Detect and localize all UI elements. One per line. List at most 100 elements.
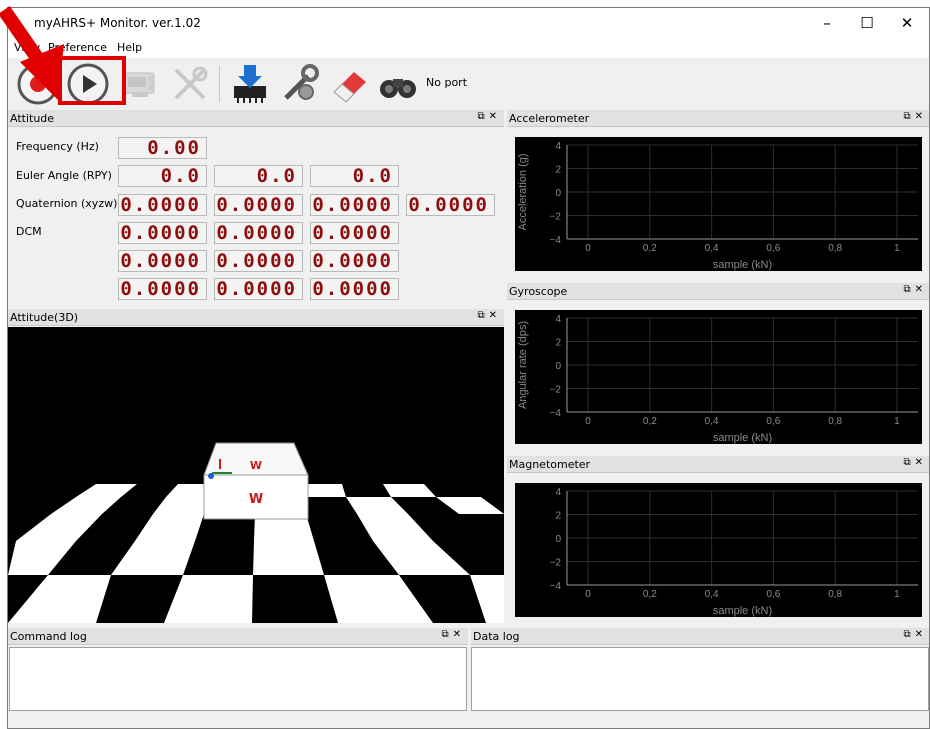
panel-float-close-icon[interactable]: ⧉✕ [903,457,927,468]
attitude-panel-title: Attitude [10,112,55,125]
dcm-cell: 0.0000 [214,250,303,272]
dcm-cell: 0.0000 [310,250,399,272]
y-tick-label: −4 [550,581,562,592]
quaternion-y-display: 0.0000 [214,194,303,216]
sensor-board-model: W W [203,442,309,520]
x-tick-label: 0,2 [643,416,657,427]
data-log-header: Data log ⧉✕ [471,628,929,645]
command-log-box[interactable] [9,647,467,711]
y-tick-label: −4 [550,235,562,246]
binoculars-search-icon[interactable] [376,62,420,106]
command-log-title: Command log [10,630,87,643]
attitude-3d-view[interactable]: W W [8,327,504,623]
x-tick-label: 0,6 [766,416,780,427]
firmware-download-icon[interactable] [228,62,272,106]
euler-pitch-display: 0.0 [214,165,303,187]
y-axis-label: Angular rate (dps) [517,321,529,409]
y-tick-label: −2 [550,558,562,569]
y-tick-label: 2 [555,165,561,176]
gyroscope-chart: 4 2 0 −2 −4 0 0,2 0,4 0,6 0,8 1 sample (kN) Angular … [515,310,922,444]
y-tick-label: 4 [555,141,561,152]
frequency-label: Frequency (Hz) [16,140,99,153]
panel-float-close-icon[interactable]: ⧉✕ [477,310,501,321]
x-tick-label: 0 [585,589,591,600]
y-tick-label: 0 [555,361,561,372]
annotation-arrow-icon [0,6,64,100]
accelerometer-panel-header: Accelerometer ⧉✕ [507,110,929,127]
magnetometer-panel-title: Magnetometer [509,458,591,471]
close-button[interactable]: ✕ [885,8,929,38]
euler-yaw-display: 0.0 [310,165,399,187]
x-tick-label: 1 [894,243,900,254]
settings-wrench-icon[interactable] [278,62,322,106]
data-log-box[interactable] [471,647,929,711]
panel-float-close-icon[interactable]: ⧉✕ [903,111,927,122]
maximize-button[interactable]: ☐ [845,8,889,38]
eraser-clear-icon[interactable] [328,62,372,106]
x-tick-label: 0,2 [643,589,657,600]
y-tick-label: −4 [550,408,562,419]
dcm-cell: 0.0000 [118,250,207,272]
panel-float-close-icon[interactable]: ⧉✕ [441,629,465,640]
y-tick-label: 2 [555,338,561,349]
toolbar-separator [219,66,220,102]
data-log-title: Data log [473,630,520,643]
x-tick-label: 0 [585,416,591,427]
x-tick-label: 1 [894,589,900,600]
dcm-cell: 0.0000 [310,222,399,244]
x-axis-label: sample (kN) [713,432,772,444]
x-tick-label: 0,8 [828,589,842,600]
panel-float-close-icon[interactable]: ⧉✕ [903,284,927,295]
menu-help[interactable]: Help [117,41,142,54]
y-tick-label: 2 [555,511,561,522]
y-tick-label: 0 [555,188,561,199]
x-tick-label: 0,4 [705,243,719,254]
y-tick-label: −2 [550,212,562,223]
x-tick-label: 0,8 [828,243,842,254]
svg-text:W: W [249,492,263,507]
x-axis-label: sample (kN) [713,259,772,271]
euler-label: Euler Angle (RPY) [16,169,112,182]
attitude3d-panel-title: Attitude(3D) [10,311,79,324]
quaternion-label: Quaternion (xyzw) [16,197,118,210]
y-tick-label: −2 [550,385,562,396]
x-tick-label: 0,4 [705,589,719,600]
panel-float-close-icon[interactable]: ⧉✕ [477,111,501,122]
title-bar: myAHRS+ Monitor. ver.1.02 – ☐ ✕ [8,8,929,38]
chart-plot: 4 2 0 −2 −4 0 0,2 0,4 0,6 0,8 1 sample (kN) Accelera… [517,141,918,271]
dcm-cell: 0.0000 [118,278,207,300]
menu-bar: View Preference Help [8,38,929,58]
gyroscope-panel-title: Gyroscope [509,285,568,298]
accelerometer-chart: 4 2 0 −2 −4 0 0,2 0,4 0,6 0,8 1 sample (kN) Accelera… [515,137,922,271]
toolbar: No port [8,58,929,108]
x-tick-label: 0 [585,243,591,254]
tools-disabled-icon[interactable] [168,62,212,106]
x-tick-label: 0,6 [766,589,780,600]
frequency-display: 0.00 [118,137,207,159]
command-log-header: Command log ⧉✕ [8,628,468,645]
dcm-cell: 0.0000 [214,222,303,244]
app-window: myAHRS+ Monitor. ver.1.02 – ☐ ✕ View Pre… [7,7,930,729]
dcm-cell: 0.0000 [118,222,207,244]
gyroscope-panel-header: Gyroscope ⧉✕ [507,283,929,300]
panel-float-close-icon[interactable]: ⧉✕ [903,629,927,640]
attitude3d-panel-header: Attitude(3D) ⧉✕ [8,309,504,326]
y-tick-label: 0 [555,534,561,545]
y-tick-label: 4 [555,314,561,325]
x-tick-label: 0,8 [828,416,842,427]
x-tick-label: 0,6 [766,243,780,254]
quaternion-w-display: 0.0000 [406,194,495,216]
status-bar [8,714,929,728]
quaternion-x-display: 0.0000 [118,194,207,216]
minimize-button[interactable]: – [805,8,849,38]
port-status: No port [426,76,468,89]
chart-plot: 4 2 0 −2 −4 0 0,2 0,4 0,6 0,8 1 sample (kN) Angular … [517,314,918,444]
dcm-label: DCM [16,225,42,238]
x-tick-label: 1 [894,416,900,427]
y-axis-label: Acceleration (g) [517,153,529,230]
x-tick-label: 0,2 [643,243,657,254]
x-tick-label: 0,4 [705,416,719,427]
quaternion-z-display: 0.0000 [310,194,399,216]
euler-roll-display: 0.0 [118,165,207,187]
x-axis-label: sample (kN) [713,605,772,617]
